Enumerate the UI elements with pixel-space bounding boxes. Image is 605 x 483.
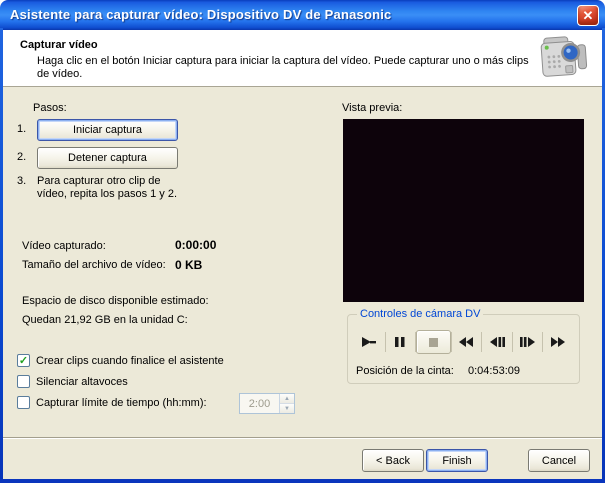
- captured-video-label: Vídeo capturado:: [22, 240, 106, 252]
- next-frame-button[interactable]: [513, 329, 543, 355]
- stop-capture-button[interactable]: Detener captura: [37, 147, 178, 169]
- start-capture-button[interactable]: Iniciar captura: [37, 119, 178, 141]
- transport-controls: [355, 328, 573, 356]
- tape-position-label: Posición de la cinta:: [356, 365, 454, 377]
- next-frame-icon: [520, 337, 536, 347]
- stop-icon: [428, 337, 438, 347]
- fast-forward-button[interactable]: [543, 329, 573, 355]
- mute-speakers-checkbox[interactable]: [17, 375, 30, 388]
- step1-number: 1.: [17, 123, 27, 135]
- pause-button[interactable]: [386, 329, 416, 355]
- file-size-label: Tamaño del archivo de vídeo:: [22, 259, 166, 271]
- step3-number: 3.: [17, 175, 27, 187]
- file-size-value: 0 KB: [175, 258, 203, 272]
- wizard-header: Capturar vídeo Haga clic en el botón Ini…: [3, 30, 602, 87]
- title-bar: Asistente para capturar vídeo: Dispositi…: [0, 0, 605, 30]
- play-icon: [362, 337, 377, 347]
- mute-speakers-label[interactable]: Silenciar altavoces: [36, 376, 128, 389]
- rewind-icon: [459, 337, 474, 347]
- window-border-bottom: [0, 479, 605, 483]
- capture-wizard-window: Asistente para capturar vídeo: Dispositi…: [0, 0, 605, 483]
- window-border-left: [0, 28, 3, 483]
- tape-position-value: 0:04:53:09: [468, 365, 520, 377]
- fast-forward-icon: [551, 337, 566, 347]
- pause-icon: [395, 337, 405, 347]
- rewind-button[interactable]: [452, 329, 482, 355]
- step3-text: Para capturar otro clip de vídeo, repita…: [37, 175, 178, 200]
- dv-controls-group: Controles de cámara DV Posición de la ci…: [347, 308, 580, 384]
- play-button[interactable]: [355, 329, 385, 355]
- cancel-button[interactable]: Cancel: [528, 449, 590, 472]
- steps-label: Pasos:: [33, 102, 67, 114]
- spinner-up-icon[interactable]: ▲: [280, 394, 294, 404]
- page-title: Capturar vídeo: [20, 39, 98, 51]
- create-clips-checkbox[interactable]: ✓: [17, 354, 30, 367]
- create-clips-label[interactable]: Crear clips cuando finalice el asistente: [36, 355, 224, 368]
- close-icon: ✕: [582, 8, 594, 23]
- close-button[interactable]: ✕: [577, 5, 599, 26]
- back-button[interactable]: < Back: [362, 449, 424, 472]
- dv-controls-legend: Controles de cámara DV: [357, 308, 484, 320]
- stop-button[interactable]: [416, 330, 451, 354]
- page-description: Haga clic en el botón Iniciar captura pa…: [37, 55, 529, 80]
- spinner-down-icon[interactable]: ▼: [280, 404, 294, 413]
- disk-space-label: Espacio de disco disponible estimado:: [22, 295, 209, 307]
- spinner-buttons: ▲ ▼: [279, 394, 294, 413]
- window-title: Asistente para capturar vídeo: Dispositi…: [10, 7, 392, 22]
- time-limit-spinner[interactable]: ▲ ▼: [239, 393, 295, 414]
- previous-frame-button[interactable]: [482, 329, 512, 355]
- time-limit-label[interactable]: Capturar límite de tiempo (hh:mm):: [36, 397, 207, 410]
- finish-button[interactable]: Finish: [426, 449, 488, 472]
- captured-video-value: 0:00:00: [175, 238, 217, 252]
- video-preview-pane: [343, 119, 584, 302]
- preview-label: Vista previa:: [342, 102, 403, 114]
- time-limit-checkbox[interactable]: [17, 396, 30, 409]
- previous-frame-icon: [489, 337, 505, 347]
- step2-number: 2.: [17, 151, 27, 163]
- footer-divider-highlight: [3, 438, 602, 439]
- camcorder-icon: [538, 33, 590, 88]
- disk-space-remaining: Quedan 21,92 GB en la unidad C:: [22, 314, 188, 326]
- time-limit-input[interactable]: [240, 394, 279, 413]
